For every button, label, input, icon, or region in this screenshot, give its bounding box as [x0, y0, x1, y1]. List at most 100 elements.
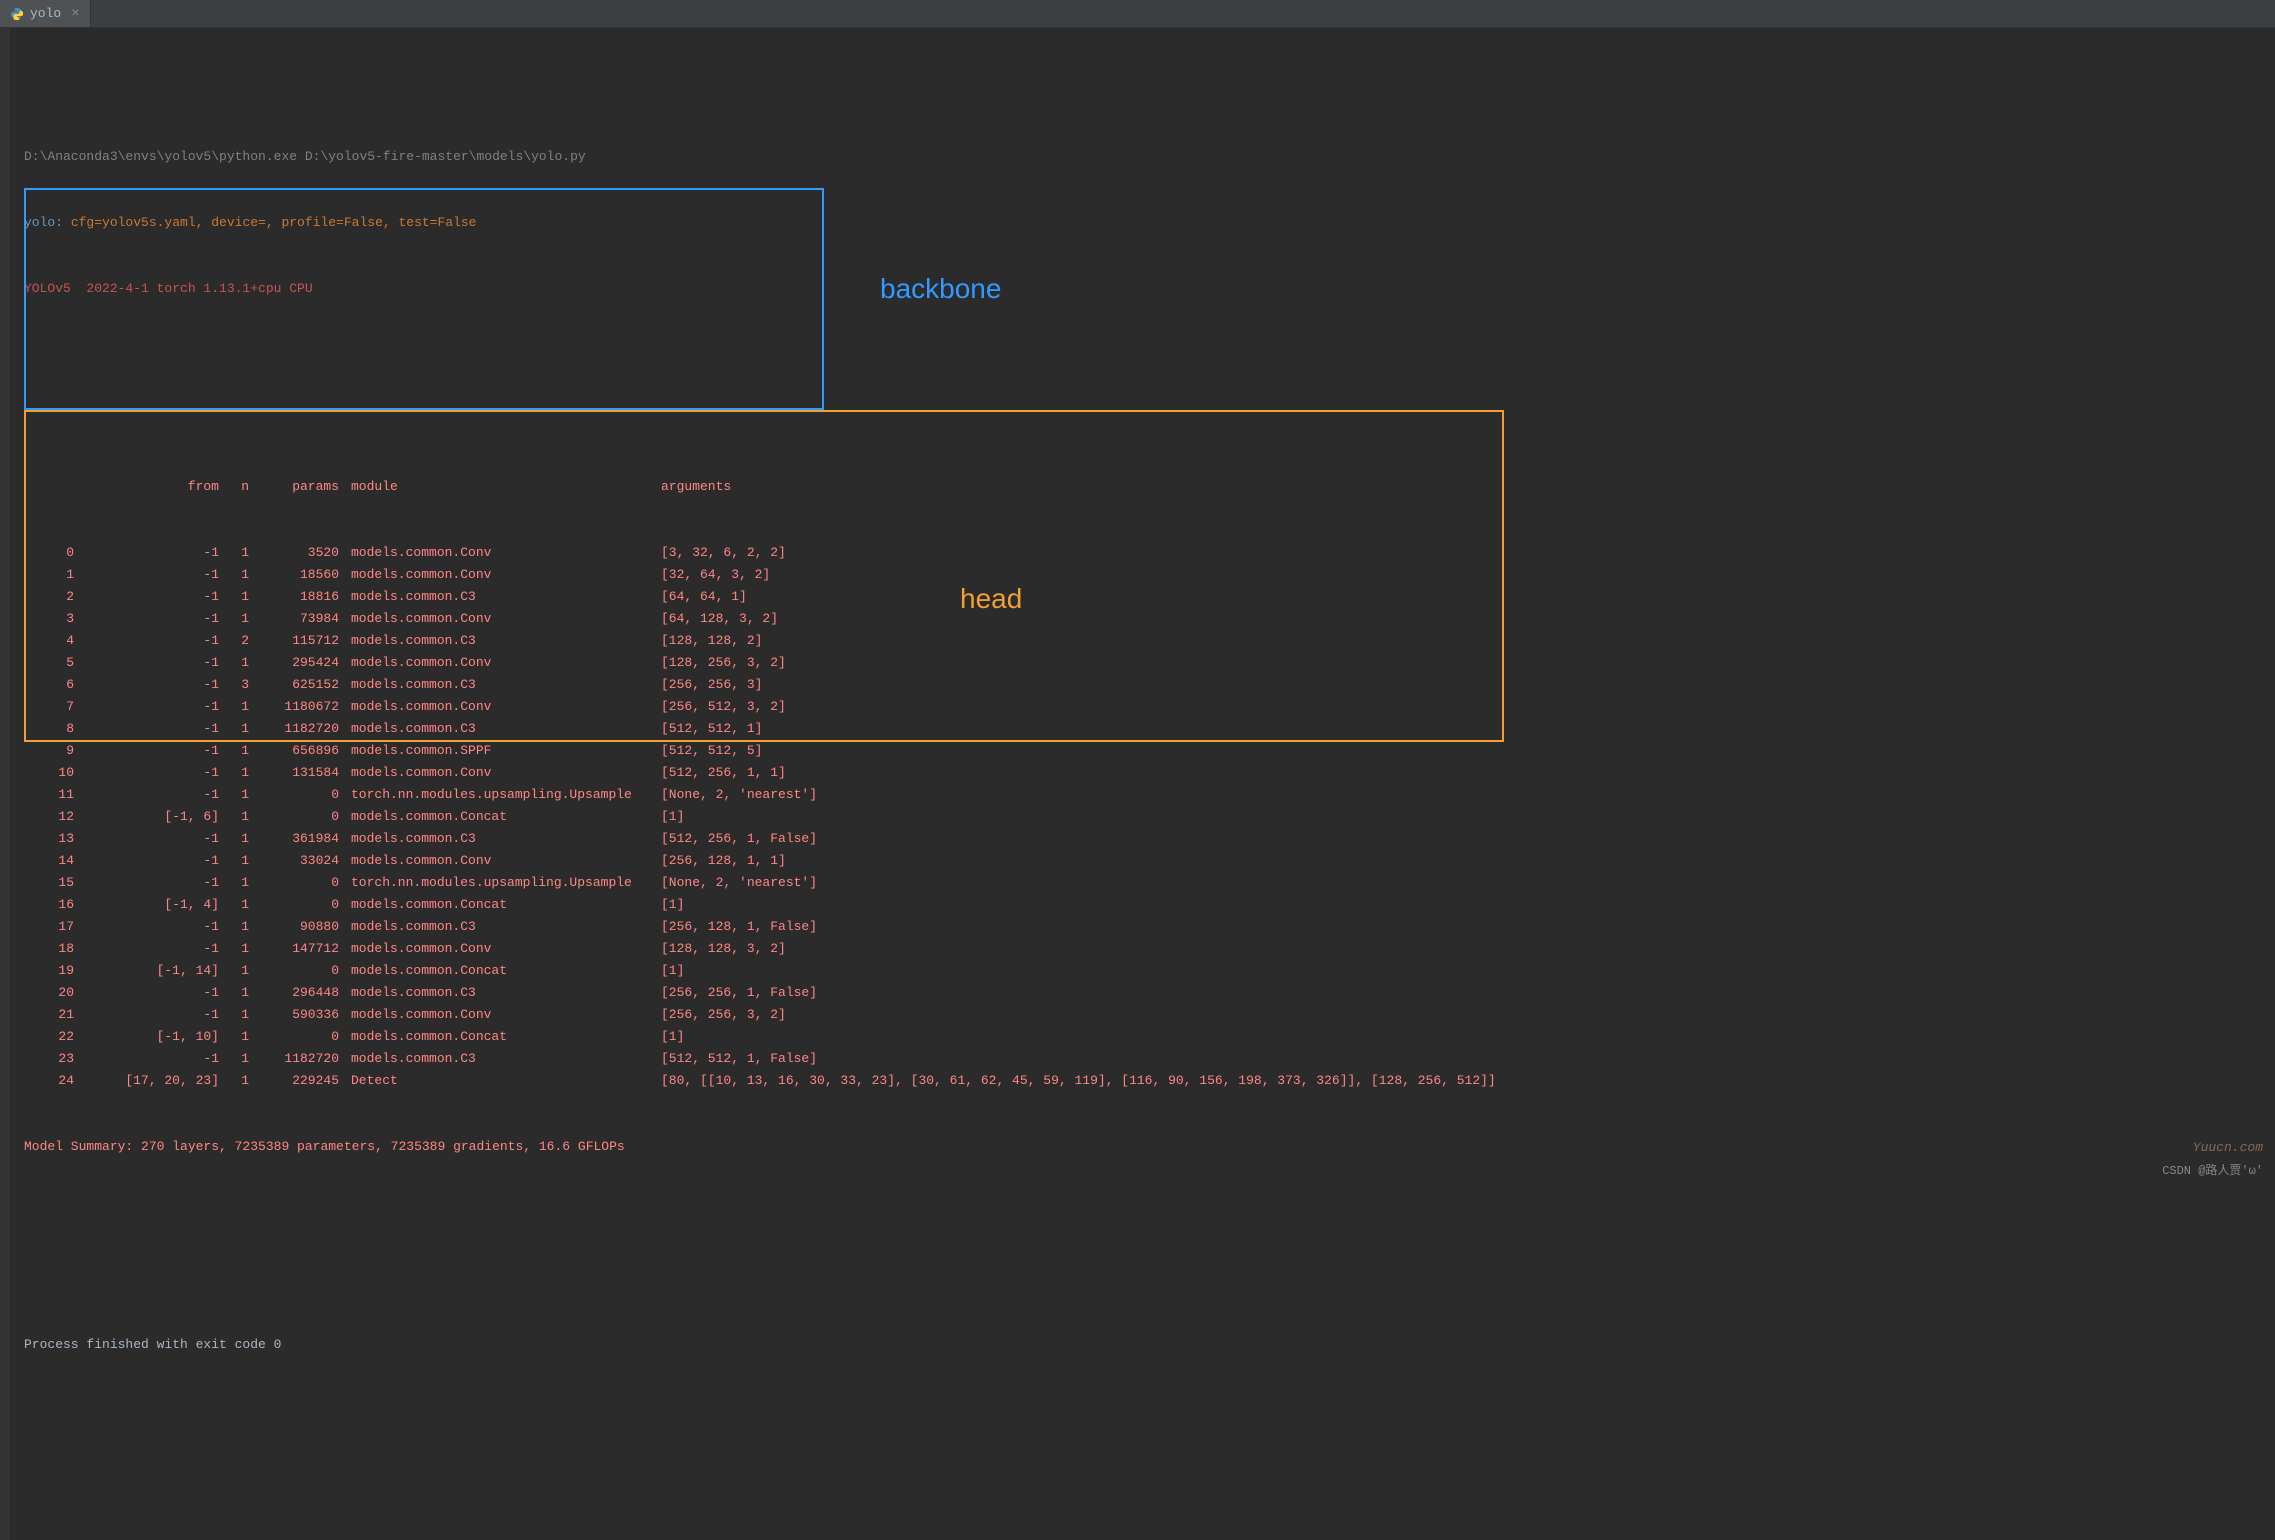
cell-params: 1182720: [249, 718, 339, 740]
cell-params: 0: [249, 806, 339, 828]
cell-args: [1]: [649, 960, 684, 982]
cell-args: [512, 256, 1, False]: [649, 828, 817, 850]
cell-params: 0: [249, 894, 339, 916]
table-row: 13-11361984models.common.C3[512, 256, 1,…: [24, 828, 2263, 850]
cell-params: 18816: [249, 586, 339, 608]
python-icon: [10, 7, 24, 21]
table-row: 2-1118816models.common.C3[64, 64, 1]: [24, 586, 2263, 608]
cell-params: 1182720: [249, 1048, 339, 1070]
tab-yolo[interactable]: yolo ×: [0, 0, 91, 27]
cell-module: models.common.C3: [339, 718, 649, 740]
cell-idx: 21: [24, 1004, 74, 1026]
cell-from: -1: [74, 542, 219, 564]
cell-from: -1: [74, 1048, 219, 1070]
cell-n: 1: [219, 608, 249, 630]
cell-from: -1: [74, 938, 219, 960]
model-summary: Model Summary: 270 layers, 7235389 param…: [24, 1136, 2263, 1158]
command-line: D:\Anaconda3\envs\yolov5\python.exe D:\y…: [24, 146, 2263, 168]
cell-from: -1: [74, 982, 219, 1004]
cell-args: [1]: [649, 894, 684, 916]
cell-module: torch.nn.modules.upsampling.Upsample: [339, 872, 649, 894]
console-output: D:\Anaconda3\envs\yolov5\python.exe D:\y…: [0, 28, 2275, 1540]
cell-module: models.common.SPPF: [339, 740, 649, 762]
cell-args: [256, 256, 1, False]: [649, 982, 817, 1004]
cell-from: -1: [74, 586, 219, 608]
cell-params: 131584: [249, 762, 339, 784]
close-icon[interactable]: ×: [71, 6, 79, 22]
cell-args: [128, 128, 2]: [649, 630, 762, 652]
cell-params: 33024: [249, 850, 339, 872]
cell-module: models.common.Conv: [339, 850, 649, 872]
cell-args: [512, 512, 5]: [649, 740, 762, 762]
table-header: from n params module arguments: [24, 476, 2263, 498]
cell-n: 1: [219, 740, 249, 762]
col-n: n: [219, 476, 249, 498]
table-row: 5-11295424models.common.Conv[128, 256, 3…: [24, 652, 2263, 674]
cell-idx: 13: [24, 828, 74, 850]
cell-module: models.common.Conv: [339, 652, 649, 674]
cell-params: 3520: [249, 542, 339, 564]
cell-from: -1: [74, 740, 219, 762]
cell-module: models.common.C3: [339, 828, 649, 850]
cell-idx: 14: [24, 850, 74, 872]
cell-module: models.common.Concat: [339, 806, 649, 828]
cell-params: 0: [249, 960, 339, 982]
col-params: params: [249, 476, 339, 498]
cell-args: [256, 256, 3]: [649, 674, 762, 696]
cell-module: models.common.Conv: [339, 542, 649, 564]
cell-args: [80, [[10, 13, 16, 30, 33, 23], [30, 61,…: [649, 1070, 1496, 1092]
table-row: 6-13625152models.common.C3[256, 256, 3]: [24, 674, 2263, 696]
cell-idx: 10: [24, 762, 74, 784]
cell-args: [1]: [649, 1026, 684, 1048]
cell-params: 73984: [249, 608, 339, 630]
cell-from: [-1, 14]: [74, 960, 219, 982]
table-row: 9-11656896models.common.SPPF[512, 512, 5…: [24, 740, 2263, 762]
cell-args: [256, 512, 3, 2]: [649, 696, 786, 718]
table-row: 17-1190880models.common.C3[256, 128, 1, …: [24, 916, 2263, 938]
cell-module: torch.nn.modules.upsampling.Upsample: [339, 784, 649, 806]
cell-module: models.common.Conv: [339, 696, 649, 718]
cell-params: 0: [249, 784, 339, 806]
cell-idx: 17: [24, 916, 74, 938]
cell-args: [256, 128, 1, 1]: [649, 850, 786, 872]
cell-n: 1: [219, 828, 249, 850]
cell-idx: 7: [24, 696, 74, 718]
cell-idx: 9: [24, 740, 74, 762]
cell-idx: 20: [24, 982, 74, 1004]
cell-n: 1: [219, 652, 249, 674]
cell-module: models.common.Conv: [339, 564, 649, 586]
cell-params: 229245: [249, 1070, 339, 1092]
cell-args: [64, 64, 1]: [649, 586, 747, 608]
cell-idx: 3: [24, 608, 74, 630]
cell-module: models.common.Conv: [339, 938, 649, 960]
cell-module: models.common.C3: [339, 674, 649, 696]
cell-from: -1: [74, 784, 219, 806]
cell-n: 1: [219, 894, 249, 916]
cell-n: 1: [219, 564, 249, 586]
cell-module: Detect: [339, 1070, 649, 1092]
table-row: 14-1133024models.common.Conv[256, 128, 1…: [24, 850, 2263, 872]
cell-from: -1: [74, 608, 219, 630]
cell-idx: 11: [24, 784, 74, 806]
watermark: Yuucn.com: [2193, 1140, 2263, 1155]
cell-n: 1: [219, 718, 249, 740]
cell-from: -1: [74, 762, 219, 784]
cell-from: -1: [74, 850, 219, 872]
cell-args: [512, 512, 1, False]: [649, 1048, 817, 1070]
cell-idx: 16: [24, 894, 74, 916]
cell-from: -1: [74, 1004, 219, 1026]
model-layers-table: 0-113520models.common.Conv[3, 32, 6, 2, …: [24, 542, 2263, 1092]
cell-params: 147712: [249, 938, 339, 960]
cell-n: 1: [219, 916, 249, 938]
cell-from: -1: [74, 916, 219, 938]
cell-from: -1: [74, 872, 219, 894]
table-row: 19[-1, 14]10models.common.Concat[1]: [24, 960, 2263, 982]
table-row: 11-110torch.nn.modules.upsampling.Upsamp…: [24, 784, 2263, 806]
cell-module: models.common.C3: [339, 630, 649, 652]
cell-module: models.common.Conv: [339, 608, 649, 630]
cell-n: 1: [219, 762, 249, 784]
cell-n: 1: [219, 1048, 249, 1070]
cell-from: -1: [74, 696, 219, 718]
table-row: 8-111182720models.common.C3[512, 512, 1]: [24, 718, 2263, 740]
cell-n: 1: [219, 806, 249, 828]
